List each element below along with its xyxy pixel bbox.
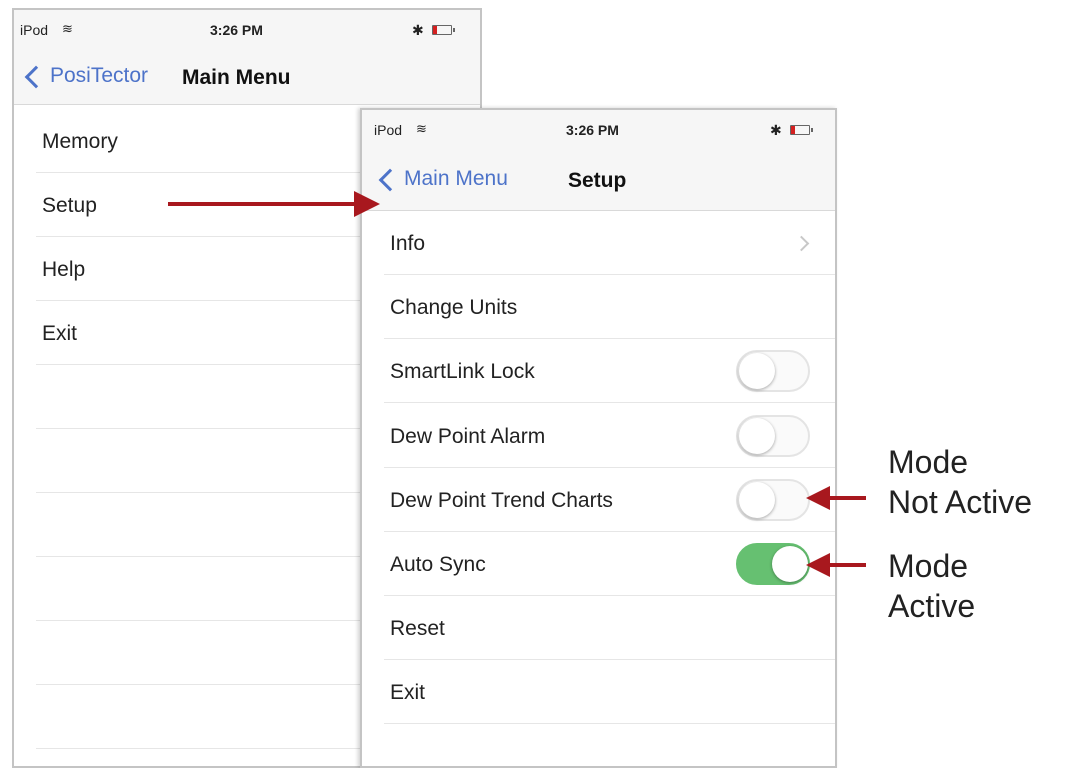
setting-exit[interactable]: Exit	[384, 660, 835, 724]
status-time: 3:26 PM	[566, 122, 619, 138]
dew-point-alarm-toggle[interactable]	[736, 415, 810, 457]
back-button[interactable]: PosiTector	[24, 64, 149, 88]
annotation-mode-not-active: Mode Not Active	[888, 442, 1032, 522]
setting-label: SmartLink Lock	[390, 360, 535, 383]
wifi-icon: ≋	[62, 21, 73, 36]
bluetooth-icon: ✱	[412, 22, 424, 38]
setting-label: Dew Point Trend Charts	[390, 489, 613, 512]
smartlink-lock-toggle[interactable]	[736, 350, 810, 392]
setting-smartlink-lock: SmartLink Lock	[384, 339, 835, 403]
annotation-line: Mode	[888, 548, 969, 584]
setting-reset[interactable]: Reset	[384, 596, 835, 660]
menu-item-label: Setup	[42, 194, 97, 217]
setting-dew-point-alarm: Dew Point Alarm	[384, 403, 835, 468]
menu-item-label: Memory	[42, 130, 118, 153]
battery-icon	[790, 125, 813, 135]
setting-label: Dew Point Alarm	[390, 425, 546, 448]
setting-change-units[interactable]: Change Units	[384, 275, 835, 339]
chevron-right-icon	[793, 235, 810, 252]
setting-label: Info	[390, 232, 426, 255]
setup-screen: iPod ≋ 3:26 PM ✱ Main Menu Setup Info Ch…	[360, 108, 837, 768]
annotation-mode-active: Mode Active	[888, 546, 975, 626]
menu-item-label: Exit	[42, 322, 78, 345]
dew-point-trend-charts-toggle[interactable]	[736, 479, 810, 521]
main-menu-navbar: iPod ≋ 3:26 PM ✱ PosiTector Main Menu	[14, 10, 480, 105]
chevron-left-icon	[378, 168, 402, 191]
setting-label: Exit	[390, 681, 426, 704]
page-title: Setup	[568, 169, 627, 192]
setup-navbar: iPod ≋ 3:26 PM ✱ Main Menu Setup	[362, 110, 835, 211]
carrier-label: iPod	[374, 122, 403, 138]
setting-label: Change Units	[390, 296, 518, 319]
setting-label: Auto Sync	[390, 553, 486, 576]
menu-item-label: Help	[42, 258, 86, 281]
annotation-line: Active	[888, 588, 976, 624]
status-time: 3:26 PM	[210, 22, 263, 38]
bluetooth-icon: ✱	[770, 122, 782, 138]
setting-info[interactable]: Info	[384, 211, 835, 275]
auto-sync-toggle[interactable]	[736, 543, 810, 585]
back-button-label: PosiTector	[50, 64, 149, 87]
annotation-line: Not Active	[888, 484, 1033, 520]
battery-icon	[432, 25, 455, 35]
annotation-line: Mode	[888, 444, 969, 480]
setting-auto-sync: Auto Sync	[384, 532, 835, 596]
chevron-left-icon	[24, 65, 48, 88]
setting-dew-point-trend-charts: Dew Point Trend Charts	[384, 468, 835, 532]
wifi-icon: ≋	[416, 121, 427, 136]
setting-label: Reset	[390, 617, 445, 640]
back-button[interactable]: Main Menu	[378, 167, 508, 191]
page-title: Main Menu	[182, 66, 291, 89]
carrier-label: iPod	[20, 22, 49, 38]
back-button-label: Main Menu	[404, 167, 508, 190]
